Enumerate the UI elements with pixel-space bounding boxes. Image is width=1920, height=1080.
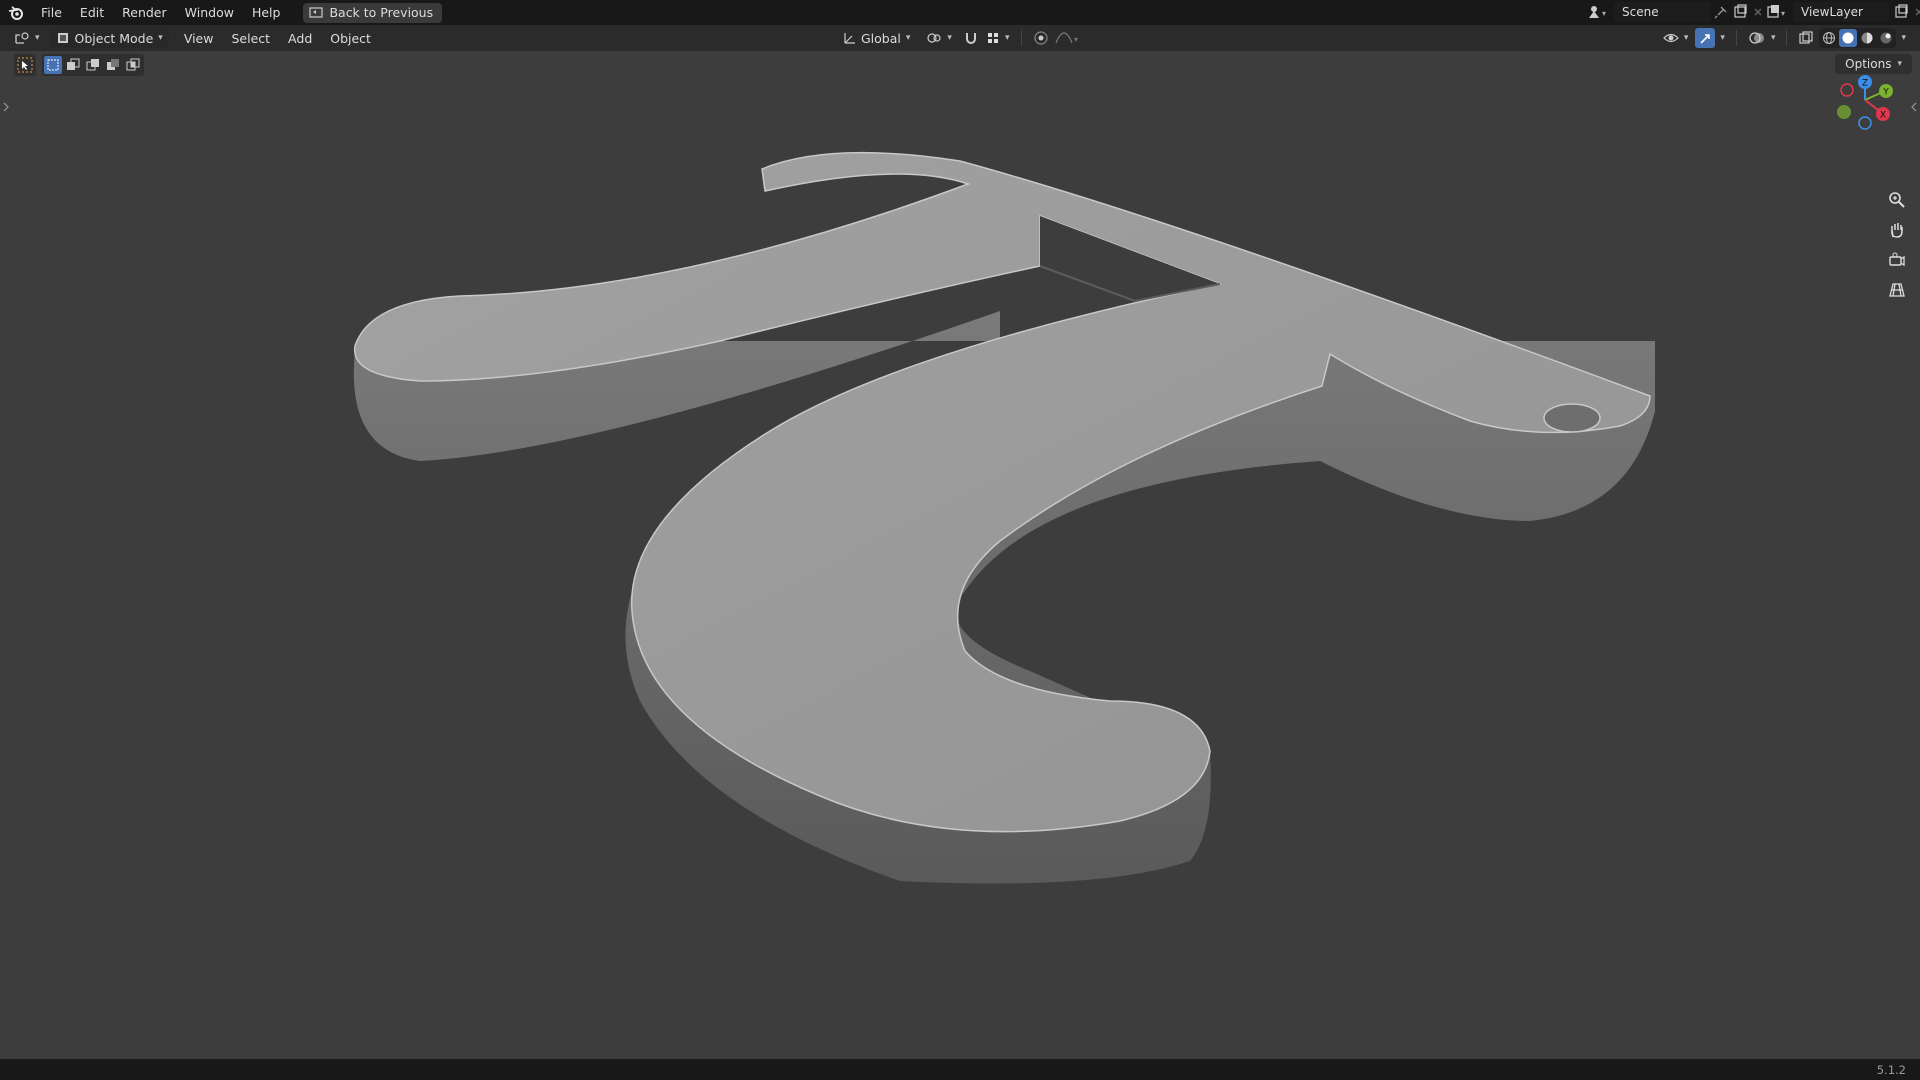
transform-orientation-dropdown[interactable]: Global ▾ [836,28,916,48]
visibility-dropdown[interactable]: ▾ [1661,28,1691,48]
close-view-layer-icon[interactable] [1913,6,1920,18]
hand-icon [1888,221,1906,239]
menu-view[interactable]: View [175,26,223,51]
back-to-previous-label: Back to Previous [329,5,434,20]
view-layer-icon[interactable]: ▾ [1765,2,1789,22]
chevron-down-icon[interactable]: ▾ [1771,33,1776,43]
chevron-down-icon: ▾ [35,33,40,43]
new-scene-icon[interactable] [1732,4,1748,20]
menu-edit[interactable]: Edit [71,0,113,25]
pi-mesh-object[interactable] [0,51,1920,1059]
separator [1735,30,1737,46]
menu-window[interactable]: Window [176,0,243,25]
menu-help[interactable]: Help [243,0,290,25]
neg-y-axis-icon[interactable] [1837,105,1851,119]
y-axis-label: Y [1882,88,1889,98]
z-axis-label: Z [1862,79,1868,89]
new-view-layer-icon[interactable] [1893,4,1909,20]
svg-text:▾: ▾ [1074,35,1078,44]
gizmo-arrow-icon [1698,31,1712,45]
x-axis-label: X [1880,111,1886,121]
menu-render[interactable]: Render [113,0,176,25]
screen-icon [309,6,324,19]
orientation-axes-icon [842,31,856,45]
mode-label: Object Mode [74,30,154,46]
eye-icon [1663,31,1679,45]
pan-button[interactable] [1884,217,1910,243]
status-bar: 5.1.2 [0,1059,1920,1080]
falloff-curve-icon[interactable]: ▾ [1054,31,1080,45]
camera-view-button[interactable] [1884,247,1910,273]
pin-icon[interactable] [1714,5,1728,19]
xray-toggle-icon[interactable] [1798,30,1814,46]
overlays-icon[interactable] [1748,30,1766,46]
navigation-gizmo[interactable]: Z Y X [1830,75,1900,135]
view-layer-name-field[interactable]: ViewLayer [1793,2,1889,22]
chevron-down-icon: ▾ [1004,33,1010,43]
svg-text:▾: ▾ [1602,9,1606,18]
close-scene-icon[interactable] [1752,6,1764,18]
chevron-down-icon: ▾ [1683,33,1689,43]
editor-type-icon [14,31,30,45]
snap-grid-icon [986,31,1000,45]
menu-object[interactable]: Object [321,26,380,51]
zoom-button[interactable] [1884,187,1910,213]
zoom-icon [1888,191,1906,209]
scene-icon[interactable]: ▾ [1586,2,1610,22]
svg-text:▾: ▾ [1781,9,1785,18]
snap-target-dropdown[interactable]: ▾ [984,28,1012,48]
version-label: 5.1.2 [1876,1062,1906,1077]
orientation-label: Global [861,30,901,46]
solid-shading-icon[interactable] [1839,29,1858,47]
proportional-editing-icon[interactable] [1032,29,1050,47]
object-mode-icon [56,31,70,45]
menu-add[interactable]: Add [279,26,321,51]
chevron-down-icon: ▾ [905,33,911,43]
chevron-down-icon: ▾ [158,33,163,43]
mode-dropdown[interactable]: Object Mode ▾ [49,28,169,48]
wireframe-shading-icon[interactable] [1820,29,1838,47]
separator [1786,30,1788,46]
pivot-point-dropdown[interactable]: ▾ [920,28,958,48]
menu-file[interactable]: File [32,0,71,25]
chevron-down-icon: ▾ [947,33,952,43]
top-bar: File Edit Render Window Help Back to Pre… [0,0,1920,25]
neg-x-axis-icon[interactable] [1840,83,1854,97]
back-to-previous-button[interactable]: Back to Previous [303,2,443,23]
snap-magnet-icon[interactable] [962,29,980,47]
chevron-down-icon[interactable]: ▾ [1720,33,1725,43]
separator [1021,30,1023,46]
pivot-link-icon [926,31,942,45]
camera-icon [1888,251,1906,269]
gizmo-toggle-button[interactable] [1695,28,1716,48]
perspective-grid-icon [1888,281,1906,299]
chevron-down-icon[interactable]: ▾ [1901,33,1906,43]
3d-viewport[interactable]: Options ▾ Z Y X [0,51,1920,1059]
scene-name-field[interactable]: Scene [1614,2,1710,22]
neg-z-axis-icon[interactable] [1858,116,1872,130]
toggle-projection-button[interactable] [1884,277,1910,303]
material-preview-shading-icon[interactable] [1858,29,1876,47]
rendered-shading-icon[interactable] [1877,29,1895,47]
editor-type-dropdown[interactable]: ▾ [8,28,46,48]
shading-mode-group [1819,28,1897,48]
viewport-header: ▾ Object Mode ▾ View Select Add Object G… [0,25,1920,51]
menu-select[interactable]: Select [222,26,279,51]
blender-logo-icon[interactable] [0,0,32,25]
